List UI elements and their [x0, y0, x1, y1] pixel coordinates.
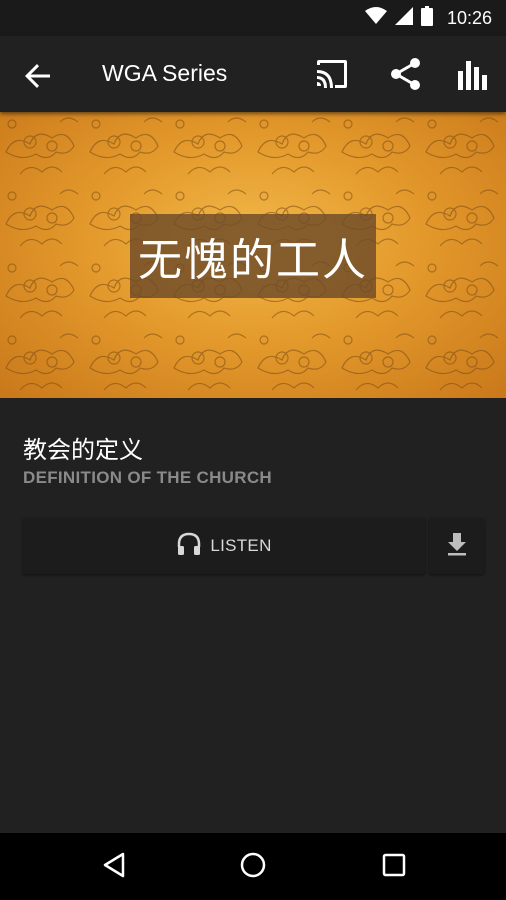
episode-subtitle: DEFINITION OF THE CHURCH [23, 468, 272, 487]
episode-title: 教会的定义 [23, 436, 143, 464]
app-bar: WGA Series [0, 36, 506, 112]
series-caption: 无愧的工人 [130, 214, 376, 298]
status-time: 10:26 [446, 7, 492, 28]
nav-home-button[interactable] [233, 847, 273, 887]
headphones-icon [176, 531, 202, 561]
listen-button[interactable]: LISTEN [23, 518, 425, 574]
status-bar: 10:26 [0, 0, 506, 36]
series-artwork: 无愧的工人 [0, 112, 506, 398]
listen-label: LISTEN [210, 536, 272, 555]
stats-button[interactable] [454, 56, 494, 96]
triangle-back-icon [101, 851, 127, 883]
nav-recents-button[interactable] [374, 847, 414, 887]
nav-back-button[interactable] [94, 847, 134, 887]
circle-home-icon [239, 851, 267, 883]
wifi-icon [364, 7, 387, 29]
square-recents-icon [381, 852, 407, 882]
arrow-back-icon [20, 64, 56, 98]
status-icons: 10:26 [364, 0, 492, 36]
download-button[interactable] [429, 518, 484, 574]
back-button[interactable] [20, 58, 56, 94]
cast-icon [314, 59, 350, 93]
app-title: WGA Series [102, 60, 228, 86]
cell-signal-icon [394, 7, 413, 29]
download-icon [444, 531, 470, 561]
battery-icon [420, 6, 433, 30]
share-button[interactable] [386, 56, 426, 96]
share-icon [388, 56, 424, 96]
system-nav-bar [0, 833, 506, 900]
cast-button[interactable] [312, 56, 352, 96]
stats-icon [457, 57, 491, 95]
